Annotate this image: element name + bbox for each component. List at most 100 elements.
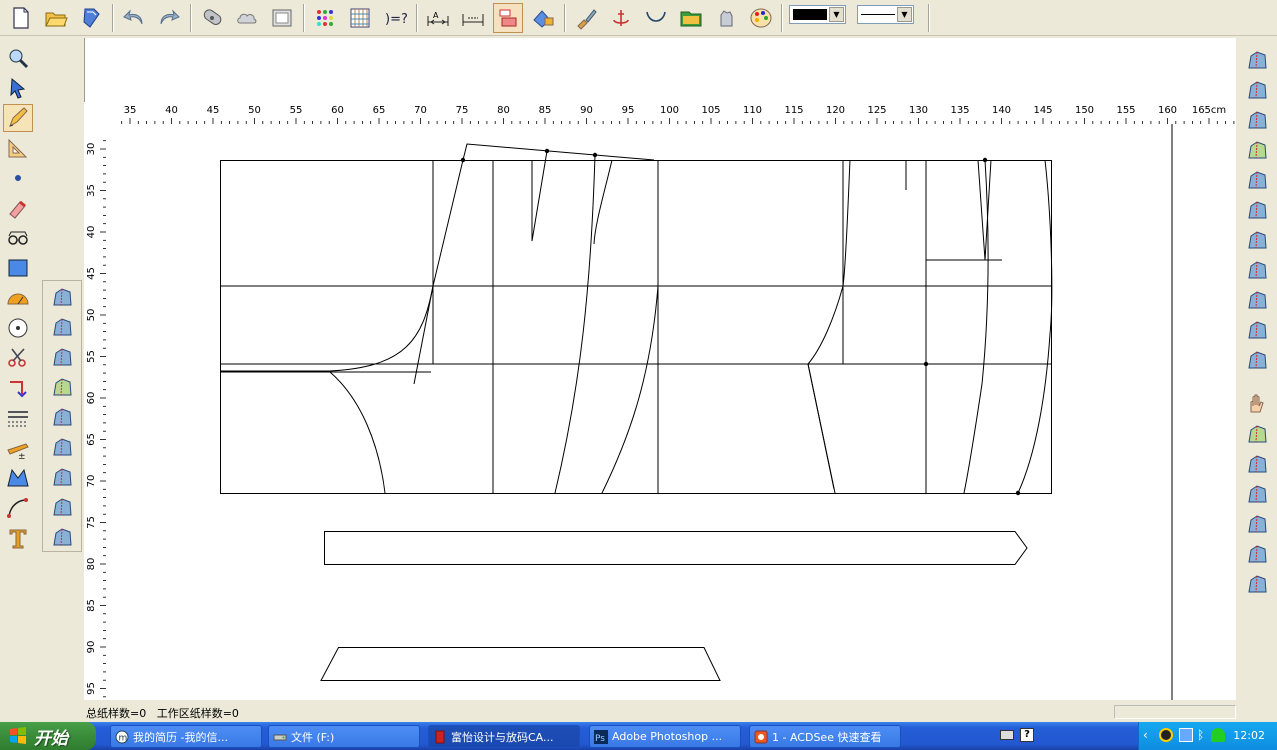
lock-pattern-icon[interactable] <box>528 3 558 33</box>
piece-12-icon[interactable] <box>1242 480 1272 508</box>
task-resume-browser[interactable]: m 我的简历 -我的信... <box>110 725 262 748</box>
back-armhole[interactable] <box>807 159 851 494</box>
pattern-point[interactable] <box>592 152 598 158</box>
horizontal-ruler[interactable]: 35 40 45 50 55 60 65 70 75 80 85 90 95 100 105 110 115 12… <box>104 102 1236 124</box>
frame-icon[interactable] <box>267 3 297 33</box>
keyboard-icon[interactable] <box>1000 730 1014 740</box>
measure-tape-icon[interactable] <box>197 3 227 33</box>
network-icon[interactable] <box>1179 728 1193 742</box>
flag-pattern-icon[interactable] <box>47 313 77 341</box>
brush-icon[interactable] <box>571 3 601 33</box>
dart-line[interactable] <box>531 150 548 242</box>
point-icon[interactable] <box>3 164 33 192</box>
task-file-explorer[interactable]: 文件 (F:) <box>268 725 420 748</box>
center-back-line[interactable] <box>1017 159 1053 494</box>
undo-icon[interactable] <box>119 3 149 33</box>
save-icon[interactable] <box>76 3 106 33</box>
piece-13-icon[interactable] <box>1242 510 1272 538</box>
rotate-icon[interactable] <box>3 374 33 402</box>
pattern-point[interactable] <box>460 157 466 163</box>
cloud-icon[interactable] <box>232 3 262 33</box>
tray-expand-icon[interactable]: ‹ <box>1143 728 1148 742</box>
pattern-align-icon[interactable] <box>47 523 77 551</box>
curve-edit-icon[interactable] <box>3 494 33 522</box>
button-icon[interactable] <box>47 343 77 371</box>
piece-10-icon[interactable] <box>1242 420 1272 448</box>
formula-icon[interactable]: )=?) <box>380 3 410 33</box>
dart-icon[interactable] <box>3 464 33 492</box>
pencil-icon[interactable] <box>3 104 33 132</box>
pattern-point[interactable] <box>982 157 988 163</box>
tracing-icon[interactable]: ± <box>3 434 33 462</box>
measure-icon[interactable] <box>47 373 77 401</box>
piece-9-icon[interactable] <box>1242 286 1272 314</box>
line-color-select[interactable]: ▼ <box>789 5 846 24</box>
princess-seam[interactable] <box>554 154 596 494</box>
scissors-icon[interactable] <box>3 344 33 372</box>
piece-7-icon[interactable] <box>1242 226 1272 254</box>
monitor-icon[interactable] <box>1242 316 1272 344</box>
hand-icon[interactable] <box>1242 390 1272 418</box>
folder-icon[interactable] <box>676 3 706 33</box>
circle-icon[interactable] <box>3 314 33 342</box>
piece-8-icon[interactable] <box>1242 256 1272 284</box>
pocket-piece[interactable] <box>320 647 721 681</box>
yoke-line[interactable] <box>462 143 655 161</box>
safety-icon[interactable] <box>1211 728 1225 742</box>
rectangle-icon[interactable] <box>3 254 33 282</box>
piece-6-icon[interactable] <box>1242 196 1272 224</box>
chevron-down-icon[interactable]: ▼ <box>897 7 912 22</box>
dart-line[interactable] <box>977 159 992 261</box>
curve-icon[interactable] <box>641 3 671 33</box>
line-style-select[interactable]: ▼ <box>857 5 914 24</box>
pattern-line[interactable] <box>413 285 434 385</box>
pattern-brush-icon[interactable] <box>47 433 77 461</box>
qq-icon[interactable] <box>1159 728 1173 742</box>
drawing-canvas[interactable] <box>106 124 1236 700</box>
back-seam[interactable] <box>601 285 659 494</box>
pattern-line[interactable] <box>807 363 835 490</box>
select-pattern-icon[interactable] <box>47 283 77 311</box>
text-icon[interactable] <box>3 524 33 552</box>
piece-1-icon[interactable] <box>1242 46 1272 74</box>
chevron-down-icon[interactable]: ▼ <box>829 7 844 22</box>
zoom-icon[interactable] <box>3 44 33 72</box>
pattern-tilt-icon[interactable] <box>47 493 77 521</box>
piece-14-icon[interactable] <box>1242 540 1272 568</box>
grid-icon[interactable] <box>345 3 375 33</box>
pattern-red-icon[interactable] <box>493 3 523 33</box>
hand-stop-icon[interactable] <box>711 3 741 33</box>
pattern-point[interactable] <box>923 361 929 367</box>
vertical-ruler[interactable]: 30 35 40 45 50 55 60 65 70 75 80 85 90 95 <box>84 122 106 700</box>
piece-3-icon[interactable] <box>1242 106 1272 134</box>
task-acdsee[interactable]: 1 - ACDSee 快速查看 <box>749 725 901 748</box>
waistband-piece[interactable] <box>324 531 1028 565</box>
anchor-icon[interactable] <box>606 3 636 33</box>
pointer-icon[interactable] <box>3 74 33 102</box>
new-file-icon[interactable] <box>6 3 36 33</box>
dimension-width-icon[interactable] <box>458 3 488 33</box>
ruler-triangle-icon[interactable] <box>3 134 33 162</box>
pattern-point[interactable] <box>1015 490 1021 496</box>
palette-icon[interactable] <box>746 3 776 33</box>
lines-icon[interactable] <box>3 404 33 432</box>
glasses-icon[interactable] <box>3 224 33 252</box>
dimension-icon[interactable]: A <box>423 3 453 33</box>
pattern-cut-icon[interactable] <box>47 463 77 491</box>
bluetooth-icon[interactable]: ᛒ <box>1197 728 1204 742</box>
axis-icon[interactable] <box>1242 570 1272 598</box>
open-folder-icon[interactable] <box>41 3 71 33</box>
start-button[interactable]: 开始 <box>0 722 96 750</box>
pattern-point[interactable] <box>544 148 550 154</box>
back-seam[interactable] <box>963 159 989 494</box>
protractor-icon[interactable] <box>3 284 33 312</box>
task-cad-app[interactable]: 富怡设计与放码CA... <box>428 725 580 748</box>
eraser-icon[interactable] <box>3 194 33 222</box>
help-icon[interactable] <box>1242 346 1272 374</box>
help-tray-icon[interactable]: ? <box>1020 728 1034 742</box>
piece-11-icon[interactable] <box>1242 450 1272 478</box>
pattern-shift-icon[interactable] <box>47 403 77 431</box>
piece-2-icon[interactable] <box>1242 76 1272 104</box>
sleeve-curve[interactable] <box>329 371 386 494</box>
piece-5-icon[interactable] <box>1242 166 1272 194</box>
